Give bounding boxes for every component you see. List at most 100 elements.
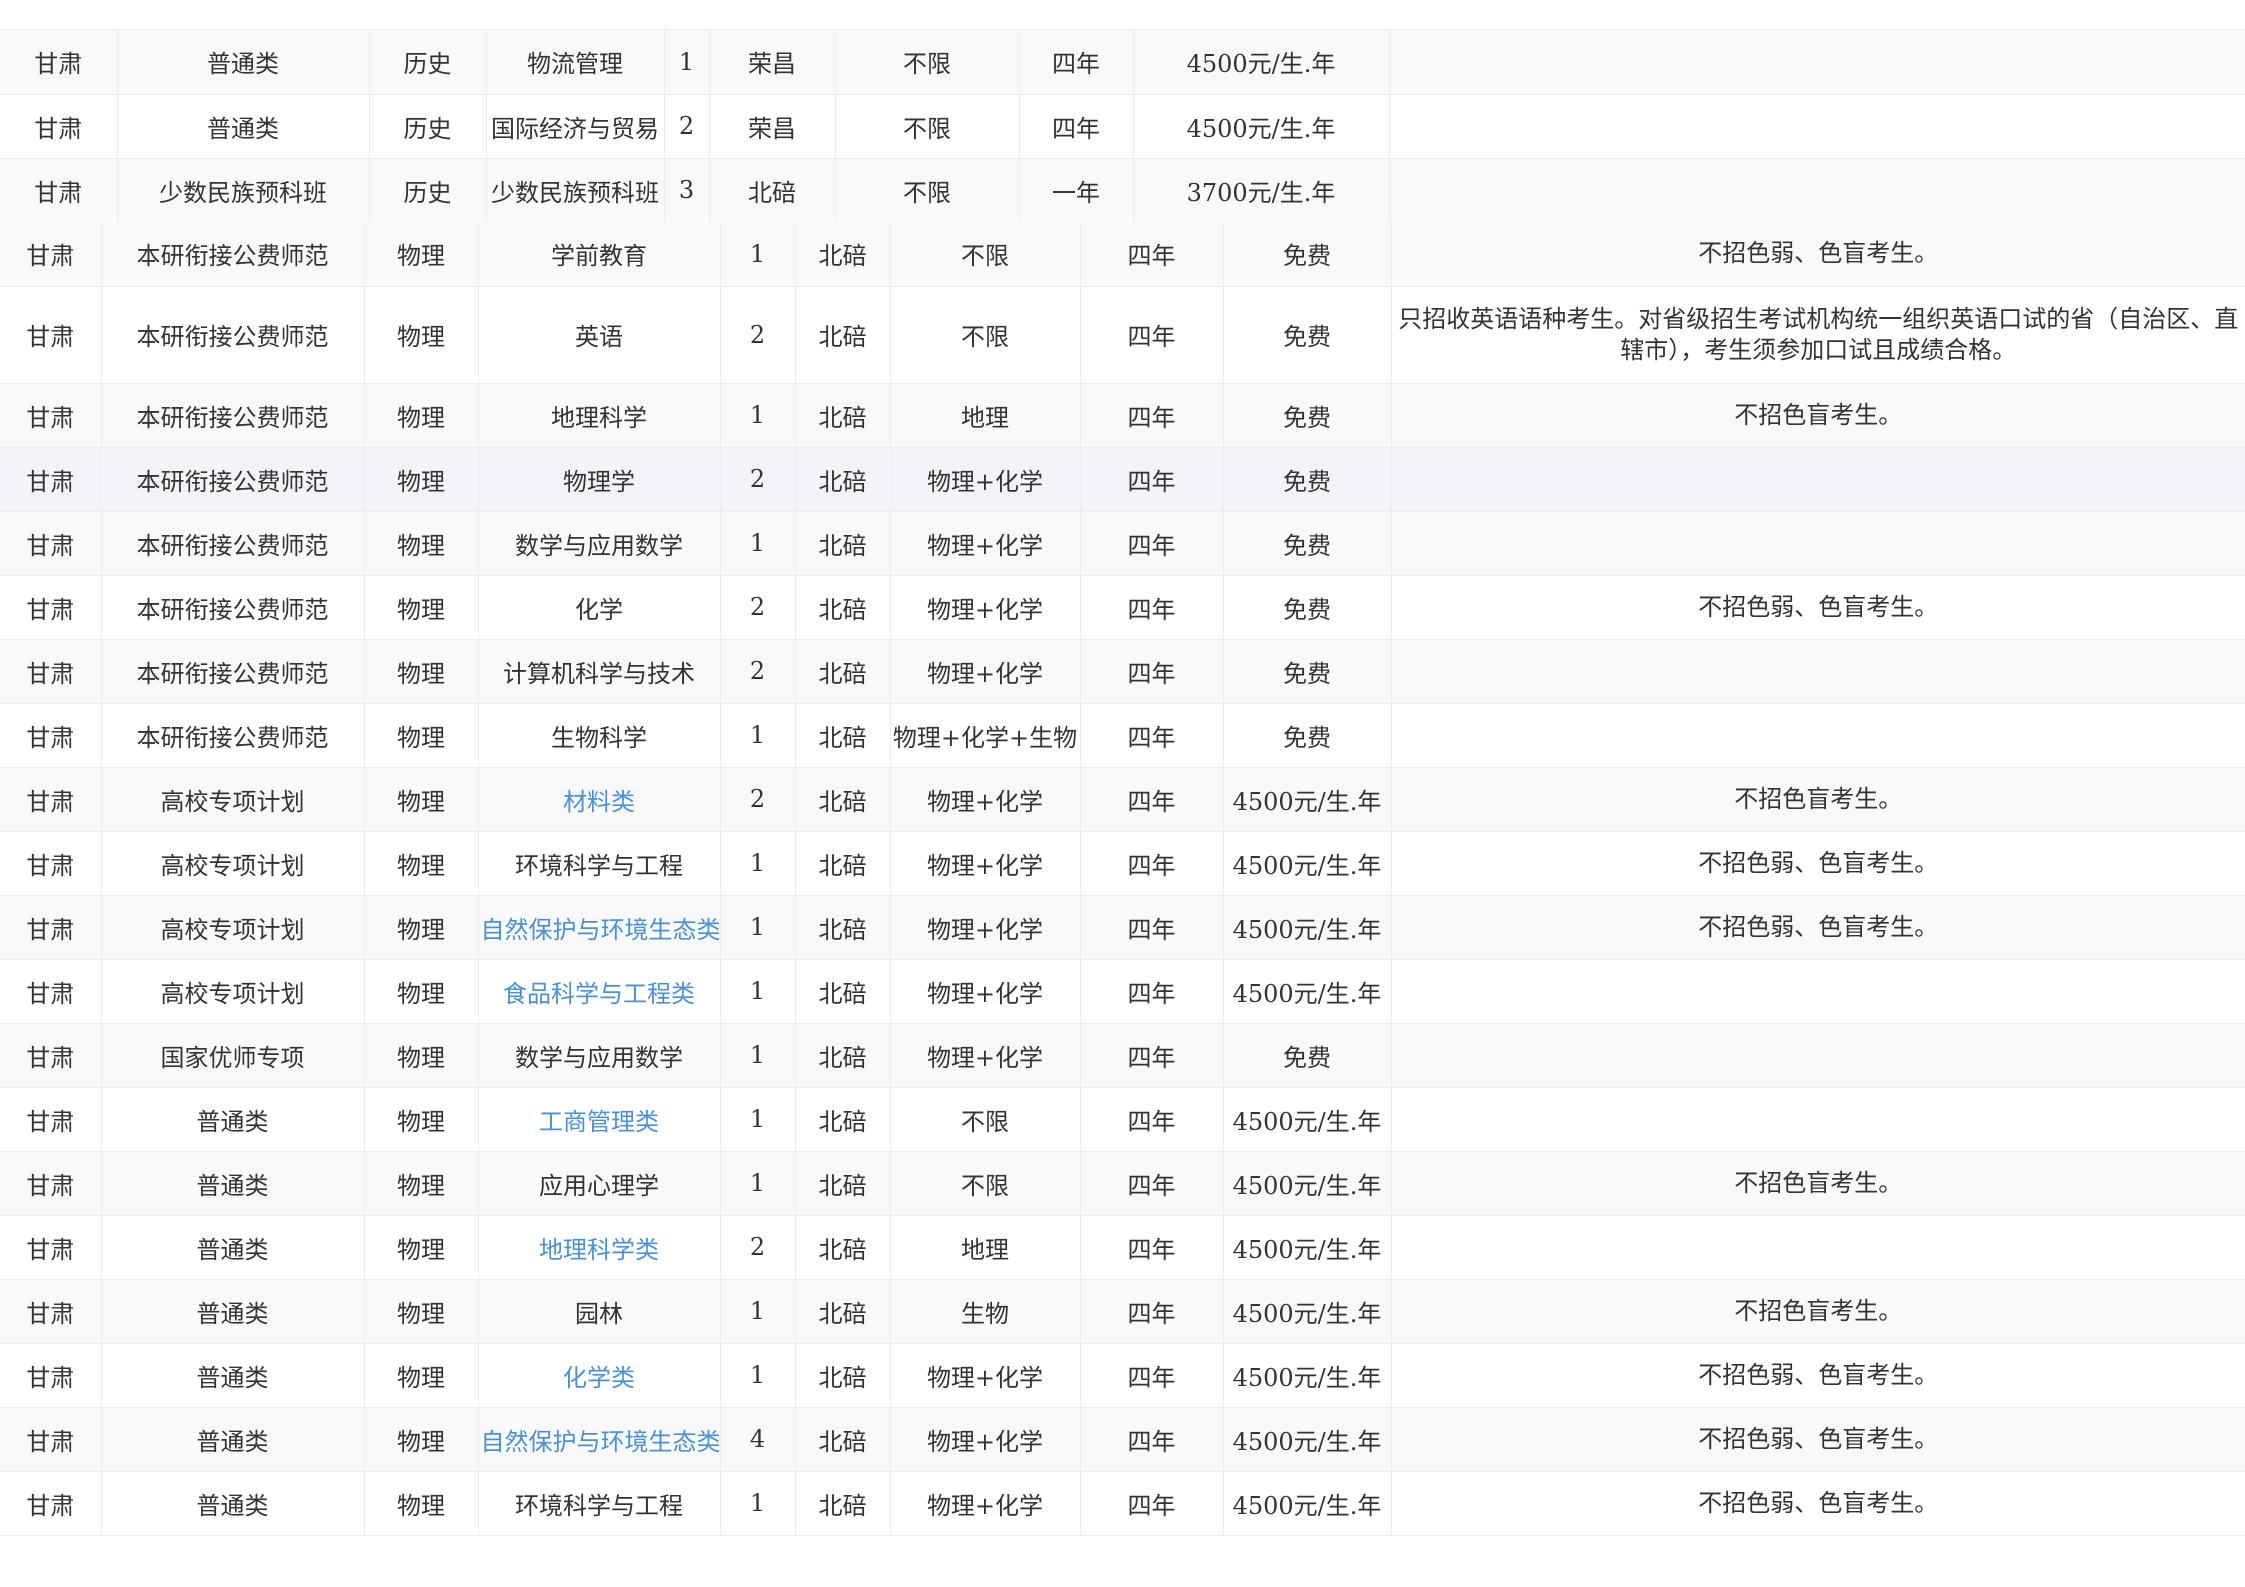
- subject-requirement-cell: 不限: [890, 222, 1081, 287]
- province-cell: 甘肃: [0, 1343, 102, 1408]
- subject-requirement-cell: 不限: [835, 158, 1020, 223]
- subject-cell: 物理: [364, 575, 479, 640]
- province-cell: 甘肃: [0, 447, 102, 512]
- subject-requirement-cell: 地理: [890, 383, 1081, 448]
- campus-cell: 北碚: [795, 831, 891, 896]
- physics-plan-table: 甘肃 本研衔接公费师范 物理 学前教育 1 北碚 不限 四年 免费 不招色弱、色盲考生。 甘肃 本研衔…: [0, 222, 2245, 1536]
- subject-cell: 物理: [364, 895, 479, 960]
- category-cell: 本研衔接公费师范: [101, 383, 365, 448]
- remarks-cell: 只招收英语语种考生。对省级招生考试机构统一组织英语口试的省（自治区、直辖市），考…: [1391, 286, 2245, 384]
- duration-cell: 四年: [1080, 511, 1224, 576]
- subject-requirement-cell: 物理+化学: [890, 959, 1081, 1024]
- subject-cell: 历史: [369, 158, 487, 223]
- tuition-cell: 4500元/生.年: [1223, 959, 1392, 1024]
- subject-cell: 物理: [364, 1471, 479, 1536]
- table-row: 甘肃 少数民族预科班 历史 少数民族预科班 3 北碚 不限 一年 3700元/生.年: [0, 158, 2245, 223]
- admissions-plan-page: 甘肃 普通类 历史 物流管理 1 荣昌 不限 四年 4500元/生.年 甘肃 普通类 历史 国际经济与贸…: [0, 0, 2245, 1587]
- subject-cell: 物理: [364, 286, 479, 384]
- duration-cell: 四年: [1080, 575, 1224, 640]
- remarks-cell: [1391, 639, 2245, 704]
- province-cell: 甘肃: [0, 959, 102, 1024]
- province-cell: 甘肃: [0, 158, 118, 223]
- campus-cell: 北碚: [795, 1343, 891, 1408]
- category-cell: 普通类: [101, 1471, 365, 1536]
- subject-requirement-cell: 不限: [890, 286, 1081, 384]
- tuition-cell: 免费: [1223, 286, 1392, 384]
- province-cell: 甘肃: [0, 1279, 102, 1344]
- subject-cell: 物理: [364, 1343, 479, 1408]
- campus-cell: 北碚: [795, 222, 891, 287]
- campus-cell: 北碚: [795, 703, 891, 768]
- duration-cell: 四年: [1080, 447, 1224, 512]
- tuition-cell: 4500元/生.年: [1133, 94, 1390, 159]
- major-cell: 数学与应用数学: [478, 511, 721, 576]
- province-cell: 甘肃: [0, 30, 118, 95]
- quota-cell: 2: [720, 1215, 796, 1280]
- quota-cell: 2: [720, 639, 796, 704]
- subject-cell: 物理: [364, 703, 479, 768]
- quota-cell: 1: [720, 895, 796, 960]
- major-cell[interactable]: 自然保护与环境生态类: [478, 895, 721, 960]
- category-cell: 本研衔接公费师范: [101, 447, 365, 512]
- province-cell: 甘肃: [0, 703, 102, 768]
- duration-cell: 四年: [1080, 959, 1224, 1024]
- remarks-cell: 不招色弱、色盲考生。: [1391, 575, 2245, 640]
- remarks-cell: 不招色弱、色盲考生。: [1391, 1471, 2245, 1536]
- province-cell: 甘肃: [0, 1151, 102, 1216]
- remarks-cell: 不招色弱、色盲考生。: [1391, 222, 2245, 287]
- category-cell: 国家优师专项: [101, 1023, 365, 1088]
- major-cell[interactable]: 材料类: [478, 767, 721, 832]
- campus-cell: 北碚: [795, 1471, 891, 1536]
- major-cell[interactable]: 地理科学类: [478, 1215, 721, 1280]
- major-cell: 计算机科学与技术: [478, 639, 721, 704]
- subject-requirement-cell: 物理+化学: [890, 1343, 1081, 1408]
- major-cell[interactable]: 食品科学与工程类: [478, 959, 721, 1024]
- province-cell: 甘肃: [0, 831, 102, 896]
- remarks-cell: 不招色弱、色盲考生。: [1391, 1407, 2245, 1472]
- campus-cell: 北碚: [795, 895, 891, 960]
- quota-cell: 1: [664, 30, 710, 95]
- major-cell[interactable]: 自然保护与环境生态类: [478, 1407, 721, 1472]
- major-cell[interactable]: 化学类: [478, 1343, 721, 1408]
- category-cell: 普通类: [101, 1087, 365, 1152]
- campus-cell: 荣昌: [709, 30, 836, 95]
- subject-requirement-cell: 生物: [890, 1279, 1081, 1344]
- duration-cell: 一年: [1019, 158, 1134, 223]
- province-cell: 甘肃: [0, 767, 102, 832]
- tuition-cell: 免费: [1223, 575, 1392, 640]
- category-cell: 高校专项计划: [101, 831, 365, 896]
- table-row: 甘肃 本研衔接公费师范 物理 化学 2 北碚 物理+化学 四年 免费 不招色弱、色盲考生。: [0, 575, 2245, 640]
- tuition-cell: 4500元/生.年: [1223, 1279, 1392, 1344]
- remarks-cell: 不招色盲考生。: [1391, 1151, 2245, 1216]
- subject-cell: 物理: [364, 222, 479, 287]
- major-cell: 学前教育: [478, 222, 721, 287]
- remarks-cell: [1391, 703, 2245, 768]
- duration-cell: 四年: [1080, 1151, 1224, 1216]
- category-cell: 普通类: [117, 30, 370, 95]
- tuition-cell: 免费: [1223, 1023, 1392, 1088]
- major-cell[interactable]: 工商管理类: [478, 1087, 721, 1152]
- major-cell: 环境科学与工程: [478, 1471, 721, 1536]
- quota-cell: 1: [720, 222, 796, 287]
- remarks-cell: [1391, 1215, 2245, 1280]
- history-plan-table: 甘肃 普通类 历史 物流管理 1 荣昌 不限 四年 4500元/生.年 甘肃 普通类 历史 国际经济与贸…: [0, 30, 2245, 223]
- major-cell: 应用心理学: [478, 1151, 721, 1216]
- subject-cell: 物理: [364, 1023, 479, 1088]
- major-cell: 数学与应用数学: [478, 1023, 721, 1088]
- tuition-cell: 免费: [1223, 222, 1392, 287]
- major-cell: 物理学: [478, 447, 721, 512]
- subject-cell: 物理: [364, 447, 479, 512]
- category-cell: 普通类: [101, 1343, 365, 1408]
- duration-cell: 四年: [1080, 1087, 1224, 1152]
- quota-cell: 1: [720, 1151, 796, 1216]
- category-cell: 普通类: [101, 1407, 365, 1472]
- category-cell: 本研衔接公费师范: [101, 575, 365, 640]
- category-cell: 普通类: [101, 1151, 365, 1216]
- major-cell: 地理科学: [478, 383, 721, 448]
- campus-cell: 北碚: [795, 447, 891, 512]
- subject-cell: 物理: [364, 639, 479, 704]
- table-row: 甘肃 普通类 物理 化学类 1 北碚 物理+化学 四年 4500元/生.年 不招色弱、色盲考生。: [0, 1343, 2245, 1408]
- table-row: 甘肃 普通类 历史 国际经济与贸易 2 荣昌 不限 四年 4500元/生.年: [0, 94, 2245, 159]
- duration-cell: 四年: [1080, 1343, 1224, 1408]
- category-cell: 本研衔接公费师范: [101, 222, 365, 287]
